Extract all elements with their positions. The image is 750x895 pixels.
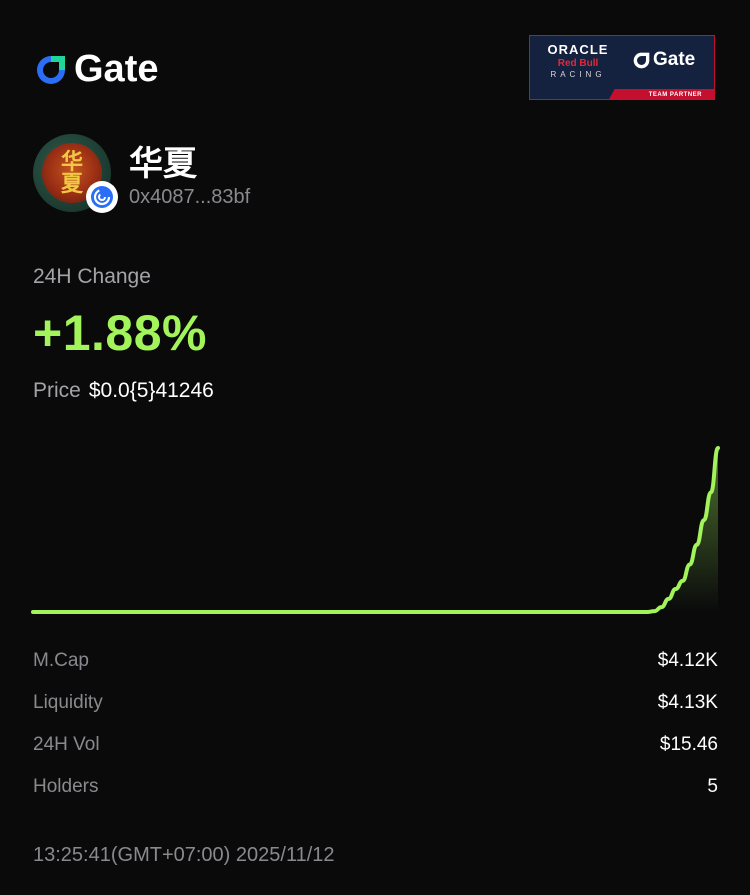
gate-logo: Gate (34, 48, 158, 91)
avatar-char-1: 华 (60, 149, 83, 175)
stat-row-liquidity: Liquidity $4.13K (33, 682, 718, 724)
stat-value: $15.46 (659, 734, 718, 755)
partner-gate-text: Gate (653, 49, 696, 70)
partner-line1: ORACLE (547, 42, 609, 57)
change-label: 24H Change (33, 265, 151, 288)
avatar-char-2: 夏 (60, 171, 83, 197)
partner-line3: RACING (550, 70, 606, 79)
partner-gate-logo: Gate (632, 49, 695, 71)
stat-label: 24H Vol (33, 734, 100, 755)
stat-label: Holders (33, 776, 99, 797)
logo-text: Gate (74, 48, 159, 90)
stat-row-mcap: M.Cap $4.12K (33, 640, 718, 682)
stat-value: $4.13K (657, 692, 718, 713)
stat-row-holders: Holders 5 (33, 766, 718, 808)
token-name: 华夏 (129, 145, 197, 183)
chain-swirl-icon (91, 186, 113, 208)
chain-badge-icon (86, 181, 118, 213)
stat-value: $4.12K (657, 650, 718, 671)
stats-list: M.Cap $4.12K Liquidity $4.13K 24H Vol $1… (33, 640, 718, 808)
price-chart (31, 446, 720, 614)
stat-value: 5 (707, 776, 718, 797)
gate-logo-small-icon (633, 52, 650, 68)
chart-area (33, 448, 718, 612)
team-partner-label: TEAM PARTNER (648, 92, 702, 98)
price-row: Price $0.0{5}41246 (33, 379, 214, 403)
team-partner-badge: ORACLE Red Bull RACING Gate TEAM PARTNER (529, 35, 715, 100)
gate-logo-icon (37, 55, 65, 84)
stat-row-volume: 24H Vol $15.46 (33, 724, 718, 766)
token-address[interactable]: 0x4087...83bf (129, 186, 250, 209)
change-value: +1.88% (33, 305, 207, 361)
partner-line2: Red Bull (557, 58, 599, 69)
oracle-redbull-logo: ORACLE Red Bull RACING (538, 42, 618, 79)
stat-label: M.Cap (33, 650, 89, 671)
stat-label: Liquidity (33, 692, 103, 713)
price-value: $0.0{5}41246 (88, 379, 214, 402)
timestamp: 13:25:41(GMT+07:00) 2025/11/12 (33, 844, 335, 866)
price-label: Price (33, 379, 81, 402)
chart-line (31, 446, 720, 614)
